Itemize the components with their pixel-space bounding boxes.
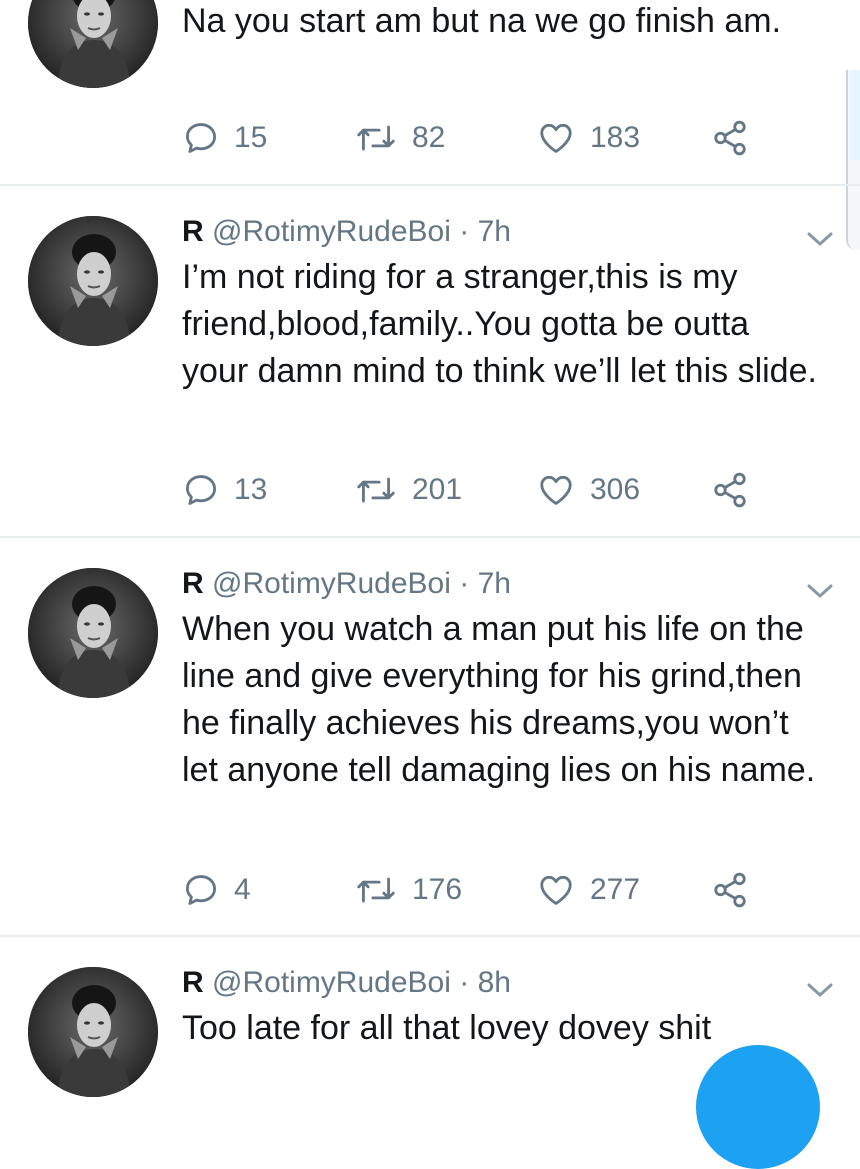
reply-count: 15 <box>234 121 268 154</box>
display-name[interactable]: R <box>182 966 204 999</box>
tweet-actions: 4 176 277 <box>182 870 802 910</box>
tweet-header: R @RotimyRudeBoi · 8h <box>182 965 511 1001</box>
scroll-edge-accent <box>850 70 860 160</box>
share-icon <box>714 120 746 156</box>
heart-icon <box>540 123 572 153</box>
separator-dot: · <box>459 567 470 600</box>
share-icon <box>714 872 746 908</box>
reply-icon <box>185 875 217 905</box>
retweet-count: 176 <box>412 873 463 906</box>
tweet-header: R @RotimyRudeBoi · 7h <box>182 566 511 602</box>
reply-count: 13 <box>234 473 268 506</box>
reply-icon <box>185 475 217 505</box>
divider <box>0 536 860 538</box>
tweet-text: Too late for all that lovey dovey shit <box>182 1009 712 1047</box>
tweet-actions: 15 82 183 <box>182 118 802 158</box>
retweet-button[interactable]: 176 <box>354 870 462 910</box>
separator-dot: · <box>459 966 470 999</box>
reply-button[interactable]: 15 <box>182 118 267 158</box>
share-button[interactable] <box>710 470 750 510</box>
user-handle[interactable]: @RotimyRudeBoi <box>212 215 451 248</box>
tweet-text: I’m not riding for a stranger,this is my… <box>182 258 817 390</box>
divider <box>0 184 860 186</box>
tweet-text: Na you start am but na we go finish am. <box>182 2 782 40</box>
like-button[interactable]: 183 <box>536 118 640 158</box>
avatar[interactable] <box>28 216 158 346</box>
avatar[interactable] <box>28 967 158 1097</box>
timestamp[interactable]: 8h <box>478 966 511 999</box>
chevron-down-icon[interactable] <box>800 576 840 606</box>
retweet-count: 82 <box>412 121 446 154</box>
retweet-icon <box>357 877 395 903</box>
compose-tweet-button[interactable] <box>696 1045 820 1169</box>
share-button[interactable] <box>710 870 750 910</box>
separator-dot: · <box>459 215 470 248</box>
like-count: 183 <box>590 121 641 154</box>
like-count: 306 <box>590 473 641 506</box>
divider <box>0 935 860 937</box>
like-button[interactable]: 277 <box>536 870 640 910</box>
reply-button[interactable]: 4 <box>182 870 251 910</box>
like-button[interactable]: 306 <box>536 470 640 510</box>
tweet-text: When you watch a man put his life on the… <box>182 610 816 789</box>
display-name[interactable]: R <box>182 215 204 248</box>
user-handle[interactable]: @RotimyRudeBoi <box>212 567 451 600</box>
tweet-header: R @RotimyRudeBoi · 7h <box>182 214 511 250</box>
avatar[interactable] <box>28 568 158 698</box>
reply-count: 4 <box>234 873 251 906</box>
share-button[interactable] <box>710 118 750 158</box>
retweet-icon <box>357 477 395 503</box>
tweet-actions: 13 201 306 <box>182 470 802 510</box>
reply-button[interactable]: 13 <box>182 470 267 510</box>
avatar[interactable] <box>28 0 158 88</box>
retweet-count: 201 <box>412 473 463 506</box>
user-handle[interactable]: @RotimyRudeBoi <box>212 966 451 999</box>
chevron-down-icon[interactable] <box>800 224 840 254</box>
share-icon <box>714 472 746 508</box>
timestamp[interactable]: 7h <box>478 215 511 248</box>
retweet-button[interactable]: 82 <box>354 118 445 158</box>
retweet-icon <box>357 125 395 151</box>
reply-icon <box>185 123 217 153</box>
retweet-button[interactable]: 201 <box>354 470 462 510</box>
heart-icon <box>540 875 572 905</box>
like-count: 277 <box>590 873 641 906</box>
display-name[interactable]: R <box>182 567 204 600</box>
chevron-down-icon[interactable] <box>800 975 840 1005</box>
heart-icon <box>540 475 572 505</box>
scroll-edge <box>846 70 860 250</box>
timestamp[interactable]: 7h <box>478 567 511 600</box>
